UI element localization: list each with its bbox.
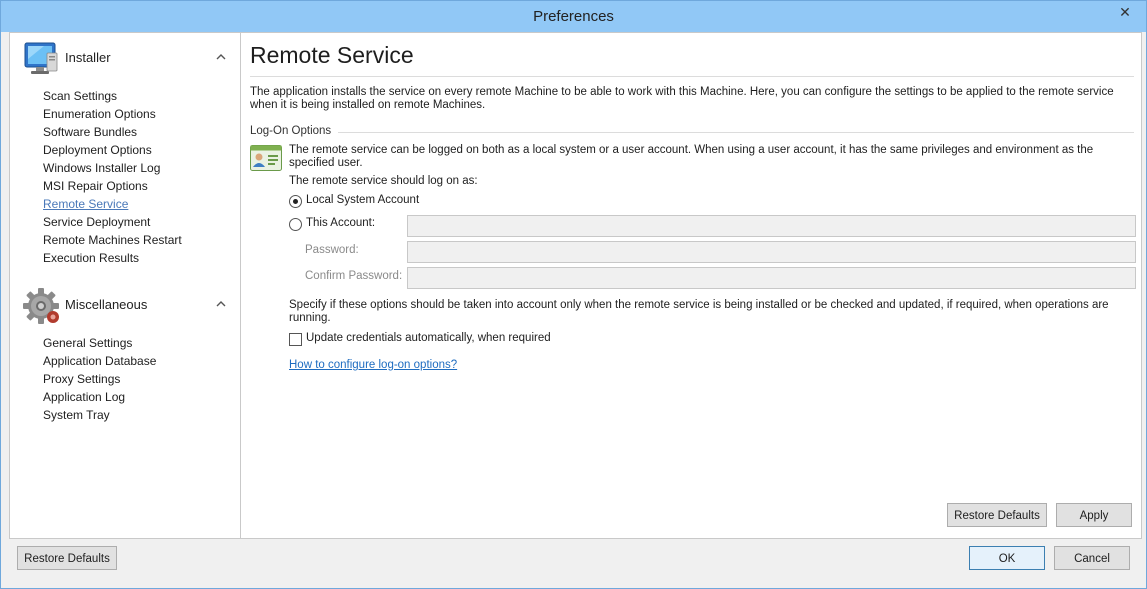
sidebar: Installer Scan Settings Enumeration Opti… xyxy=(10,33,241,538)
this-account-input[interactable] xyxy=(407,215,1136,237)
sidebar-item-remote-machines-restart[interactable]: Remote Machines Restart xyxy=(43,231,182,249)
chevron-up-icon[interactable] xyxy=(214,50,228,64)
installer-nav-list: Scan Settings Enumeration Options Softwa… xyxy=(43,87,182,267)
sidebar-item-remote-service[interactable]: Remote Service xyxy=(43,195,182,213)
group-label-miscellaneous: Miscellaneous xyxy=(65,297,148,312)
monitor-icon xyxy=(24,42,58,74)
sidebar-item-execution-results[interactable]: Execution Results xyxy=(43,249,182,267)
sidebar-item-service-deployment[interactable]: Service Deployment xyxy=(43,213,182,231)
restore-defaults-button[interactable]: Restore Defaults xyxy=(17,546,117,570)
sidebar-item-software-bundles[interactable]: Software Bundles xyxy=(43,123,182,141)
main-panel: Remote Service The application installs … xyxy=(250,33,1136,538)
password-input[interactable] xyxy=(407,241,1136,263)
close-button[interactable]: ✕ xyxy=(1112,3,1138,23)
sidebar-item-proxy-settings[interactable]: Proxy Settings xyxy=(43,370,156,388)
local-system-account-radio[interactable] xyxy=(289,195,302,208)
title-bar[interactable]: Preferences ✕ xyxy=(1,1,1146,32)
title-divider xyxy=(250,76,1134,77)
id-card-icon xyxy=(250,145,282,171)
restore-defaults-page-button[interactable]: Restore Defaults xyxy=(947,503,1047,527)
group-header-miscellaneous[interactable]: Miscellaneous xyxy=(22,286,228,326)
content-area: Installer Scan Settings Enumeration Opti… xyxy=(9,32,1142,539)
logon-description: The remote service can be logged on both… xyxy=(289,144,1094,169)
sidebar-item-enumeration-options[interactable]: Enumeration Options xyxy=(43,105,182,123)
update-options-description: Specify if these options should be taken… xyxy=(289,299,1109,324)
update-credentials-checkbox[interactable] xyxy=(289,333,302,346)
window-title: Preferences xyxy=(533,8,614,25)
section-divider xyxy=(338,132,1134,133)
logon-as-label: The remote service should log on as: xyxy=(289,175,478,187)
section-title-logon-options: Log-On Options xyxy=(250,125,332,137)
confirm-password-input[interactable] xyxy=(407,267,1136,289)
apply-button[interactable]: Apply xyxy=(1056,503,1132,527)
page-description: The application installs the service on … xyxy=(250,86,1114,111)
help-link[interactable]: How to configure log-on options? xyxy=(289,359,457,371)
sidebar-item-application-log[interactable]: Application Log xyxy=(43,388,156,406)
sidebar-item-general-settings[interactable]: General Settings xyxy=(43,334,156,352)
sidebar-item-application-database[interactable]: Application Database xyxy=(43,352,156,370)
sidebar-item-msi-repair-options[interactable]: MSI Repair Options xyxy=(43,177,182,195)
page-title: Remote Service xyxy=(250,42,414,68)
group-header-installer[interactable]: Installer xyxy=(22,39,228,79)
miscellaneous-nav-list: General Settings Application Database Pr… xyxy=(43,334,156,424)
cancel-button[interactable]: Cancel xyxy=(1054,546,1130,570)
local-system-account-label[interactable]: Local System Account xyxy=(306,194,419,206)
update-credentials-label[interactable]: Update credentials automatically, when r… xyxy=(306,332,551,344)
sidebar-item-windows-installer-log[interactable]: Windows Installer Log xyxy=(43,159,182,177)
confirm-password-label: Confirm Password: xyxy=(305,270,403,282)
sidebar-item-deployment-options[interactable]: Deployment Options xyxy=(43,141,182,159)
this-account-radio[interactable] xyxy=(289,218,302,231)
ok-button[interactable]: OK xyxy=(969,546,1045,570)
sidebar-item-system-tray[interactable]: System Tray xyxy=(43,406,156,424)
this-account-label[interactable]: This Account: xyxy=(306,217,375,229)
chevron-up-icon[interactable] xyxy=(214,297,228,311)
sidebar-item-scan-settings[interactable]: Scan Settings xyxy=(43,87,182,105)
preferences-window: Preferences ✕ Installer Scan Settings En… xyxy=(0,0,1147,589)
password-label: Password: xyxy=(305,244,359,256)
gear-icon xyxy=(23,288,59,324)
close-icon: ✕ xyxy=(1119,5,1131,21)
group-label-installer: Installer xyxy=(65,50,111,65)
